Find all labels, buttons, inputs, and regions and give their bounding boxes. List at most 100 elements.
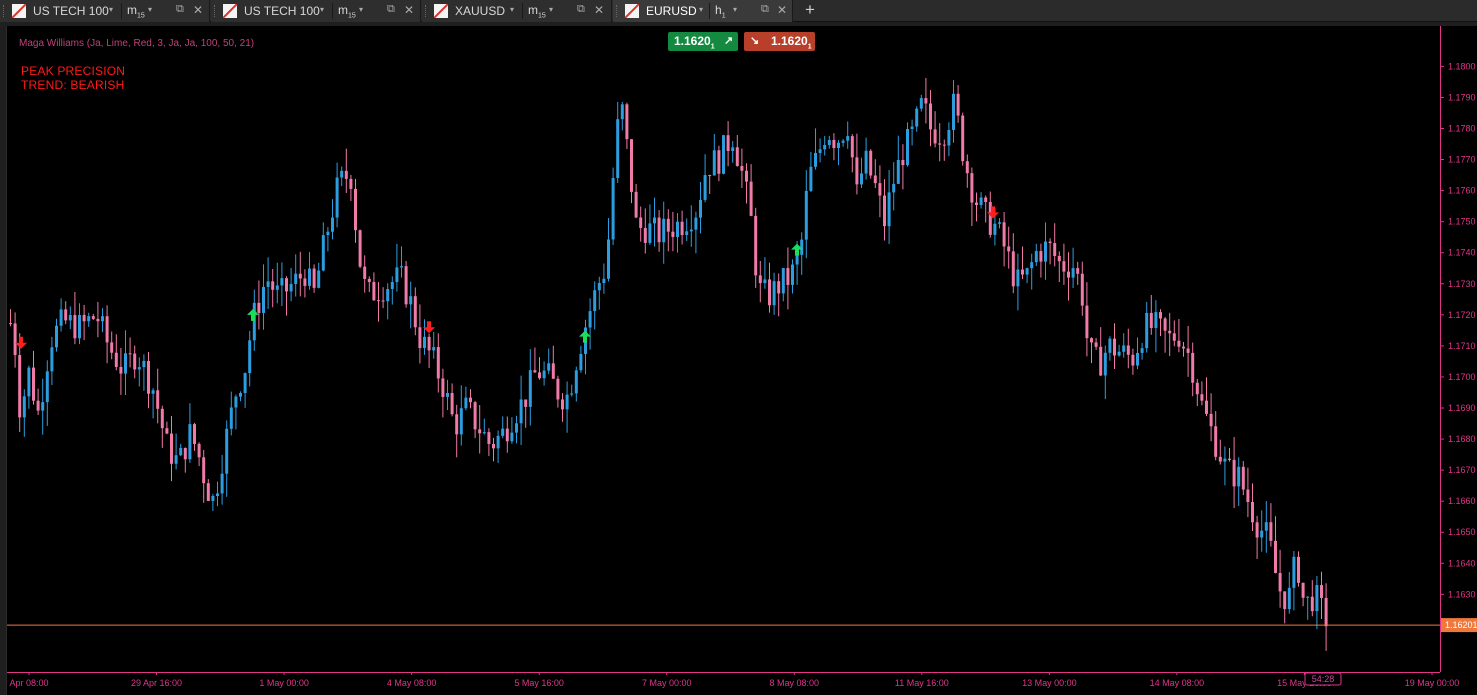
tab-us-tech-100-b[interactable]: US TECH 100 ▾ m15 ▾ ⧉ ✕: [211, 0, 421, 22]
tab-grip-icon[interactable]: [425, 5, 427, 17]
candle-body: [588, 311, 592, 328]
candle-body: [510, 432, 514, 442]
candle-body: [303, 278, 307, 286]
tab-us-tech-100-a[interactable]: US TECH 100 ▾ m15 ▾ ⧉ ✕: [0, 0, 210, 22]
candle-body: [873, 175, 877, 184]
candle-body: [312, 268, 316, 288]
candle-body: [1297, 556, 1300, 583]
candle-body: [1025, 268, 1029, 275]
candle-body: [289, 284, 293, 292]
candle-body: [110, 342, 114, 353]
tab-eurusd[interactable]: EURUSD ▾ h1 ▾ ⧉ ✕: [613, 0, 793, 22]
candle-body: [1090, 338, 1093, 343]
detach-icon[interactable]: ⧉: [387, 3, 395, 16]
candle-body: [814, 152, 817, 167]
candle-body: [363, 266, 367, 279]
candle-body: [487, 432, 491, 444]
candle-body: [781, 268, 785, 294]
candle-body: [1205, 400, 1208, 414]
candle-body: [22, 396, 26, 418]
candle-body: [1168, 330, 1172, 334]
indicator-label[interactable]: Maga Williams (Ja, Lime, Red, 3, Ja, Ja,…: [19, 38, 254, 49]
timeframe-dropdown-icon[interactable]: ▾: [549, 5, 553, 14]
candle-body: [574, 370, 578, 394]
close-icon[interactable]: ✕: [777, 3, 787, 17]
time-tick-label: 13 May 00:00: [1022, 678, 1077, 688]
candle-body: [427, 336, 431, 351]
buy-button[interactable]: 1.16201 ↗: [668, 32, 738, 51]
candle-body: [653, 217, 656, 224]
candle-body: [133, 353, 137, 370]
candle-body: [1002, 222, 1006, 247]
candle-body: [680, 221, 684, 236]
candle-body: [1246, 489, 1250, 503]
close-icon[interactable]: ✕: [193, 3, 203, 17]
tab-grip-icon[interactable]: [214, 5, 216, 17]
candle-body: [731, 147, 735, 151]
timeframe-dropdown-icon[interactable]: ▾: [733, 5, 737, 14]
candle-body: [1255, 522, 1259, 538]
symbol-icon: [12, 4, 26, 18]
candle-body: [441, 378, 445, 397]
candle-body: [597, 283, 601, 291]
symbol-icon: [223, 4, 237, 18]
candle-body: [648, 223, 652, 243]
time-tick-label: 14 May 08:00: [1150, 678, 1205, 688]
timeframe-selector[interactable]: m15: [338, 3, 356, 19]
close-icon[interactable]: ✕: [594, 3, 604, 17]
add-tab-button[interactable]: +: [800, 0, 820, 22]
detach-icon[interactable]: ⧉: [761, 3, 769, 16]
time-tick-label: 7 May 00:00: [642, 678, 692, 688]
candle-body: [266, 281, 270, 287]
candle-body: [349, 178, 353, 189]
candle-body: [147, 360, 150, 394]
timeframe-selector[interactable]: m15: [127, 3, 145, 19]
candle-body: [432, 347, 436, 351]
price-tick-label: 1.1690: [1448, 403, 1476, 413]
candle-body: [878, 183, 882, 196]
candle-body: [542, 370, 546, 379]
symbol-dropdown-icon[interactable]: ▾: [320, 5, 324, 14]
tab-separator: [121, 3, 122, 19]
chart-area[interactable]: 1.1630 1.1640 1.1650 1.1660 1.1670 1.1680 1.16…: [6, 26, 1477, 695]
tab-separator: [709, 3, 710, 19]
candle-body: [786, 268, 790, 285]
candle-body: [556, 378, 560, 400]
candle-body: [492, 443, 495, 449]
candle-body: [827, 139, 831, 145]
sell-price: 1.16201: [771, 34, 812, 51]
tab-xauusd[interactable]: XAUUSD ▾ m15 ▾ ⧉ ✕: [422, 0, 612, 22]
timeframe-dropdown-icon[interactable]: ▾: [359, 5, 363, 14]
tab-grip-icon[interactable]: [3, 5, 5, 17]
sell-button[interactable]: ↘ 1.16201: [744, 32, 815, 51]
close-icon[interactable]: ✕: [404, 3, 414, 17]
candle-body: [317, 270, 321, 288]
tab-grip-icon[interactable]: [616, 5, 618, 17]
candle-body: [1209, 413, 1213, 427]
candle-body: [1094, 342, 1098, 347]
detach-icon[interactable]: ⧉: [577, 3, 585, 16]
timeframe-selector[interactable]: h1: [715, 3, 726, 19]
candle-body: [906, 128, 909, 166]
candle-body: [915, 108, 919, 127]
candle-body: [699, 199, 702, 218]
timeframe-dropdown-icon[interactable]: ▾: [148, 5, 152, 14]
symbol-dropdown-icon[interactable]: ▾: [109, 5, 113, 14]
candle-body: [947, 129, 951, 146]
symbol-dropdown-icon[interactable]: ▾: [510, 5, 514, 14]
candle-body: [749, 181, 753, 216]
detach-icon[interactable]: ⧉: [176, 3, 184, 16]
candle-body: [478, 429, 482, 434]
candle-body: [501, 428, 505, 436]
candle-body: [372, 282, 376, 301]
buy-price: 1.16201: [674, 34, 715, 51]
candle-body: [1163, 318, 1167, 331]
candle-body: [1099, 346, 1103, 376]
candle-body: [570, 393, 574, 395]
candle-body: [607, 239, 610, 279]
timeframe-selector[interactable]: m15: [528, 3, 546, 19]
time-tick-label: 1 May 00:00: [259, 678, 309, 688]
symbol-dropdown-icon[interactable]: ▾: [699, 5, 703, 14]
price-chart[interactable]: 1.1630 1.1640 1.1650 1.1660 1.1670 1.1680 1.16…: [7, 26, 1477, 695]
candle-body: [1195, 382, 1199, 395]
